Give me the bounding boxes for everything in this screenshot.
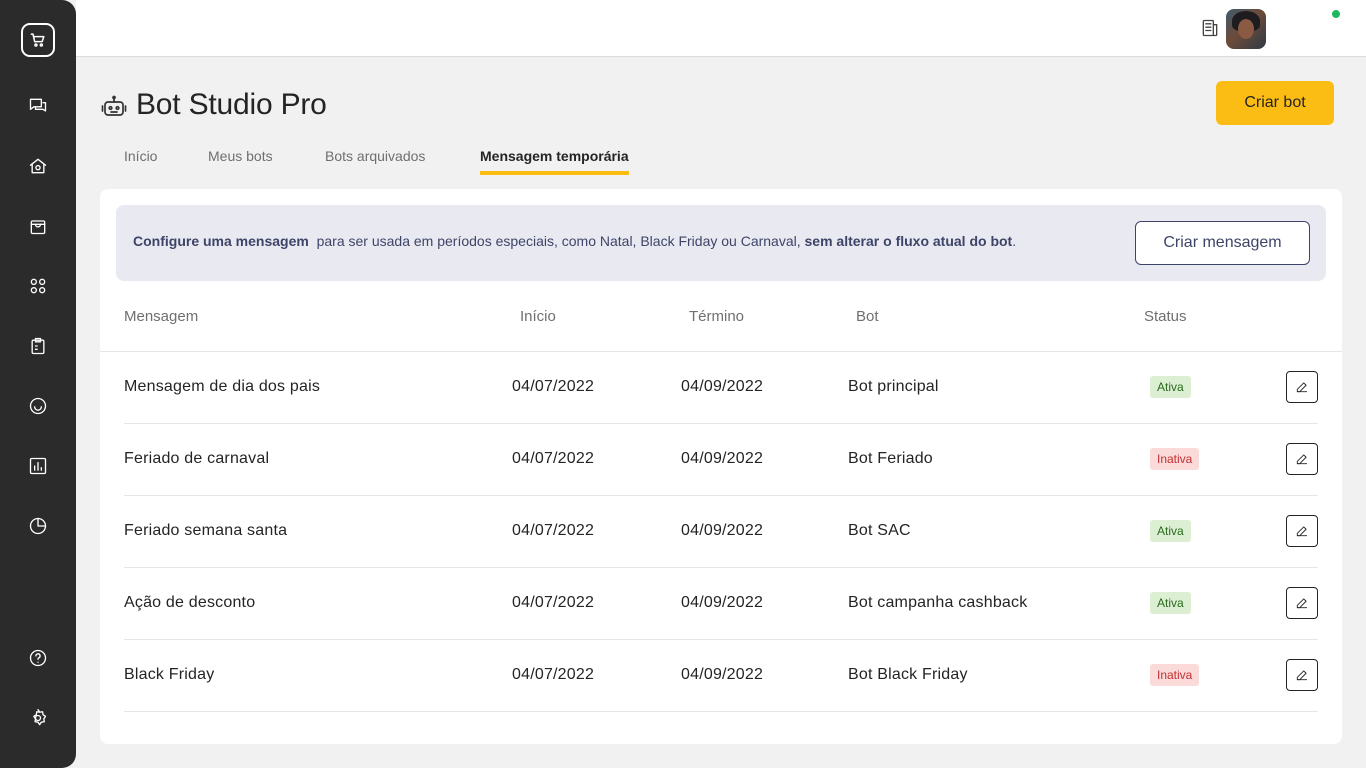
status-badge: Ativa: [1150, 376, 1191, 398]
news-icon[interactable]: [1199, 17, 1221, 39]
start-date: 04/07/2022: [512, 594, 595, 611]
start-date: 04/07/2022: [512, 450, 595, 467]
edit-button[interactable]: [1286, 587, 1318, 619]
banner-end: .: [1012, 233, 1017, 249]
online-status-indicator: [1330, 8, 1342, 20]
status-badge: Inativa: [1150, 448, 1200, 470]
end-date: 04/09/2022: [681, 450, 764, 467]
table-row: Mensagem de dia dos pais 04/07/2022 04/09/…: [124, 352, 1318, 424]
message-name: Black Friday: [124, 666, 215, 683]
edit-button[interactable]: [1286, 515, 1318, 547]
banner-middle: para ser usada em períodos especiais, co…: [316, 233, 801, 249]
info-banner: Configure uma mensagem para ser usada em…: [116, 205, 1326, 281]
message-name: Feriado semana santa: [124, 522, 288, 539]
sidebar: [0, 0, 76, 768]
pencil-icon: [1295, 452, 1309, 466]
avatar[interactable]: [1226, 9, 1266, 49]
gear-icon[interactable]: [26, 706, 50, 730]
topbar: [76, 0, 1366, 57]
shopping-bag-icon[interactable]: [26, 214, 50, 238]
column-header-status[interactable]: Status: [1144, 308, 1187, 325]
banner-bold-start: Configure uma mensagem: [133, 233, 309, 249]
message-name: Mensagem de dia dos pais: [124, 378, 321, 395]
pencil-icon: [1295, 380, 1309, 394]
messages-card: Configure uma mensagem para ser usada em…: [100, 189, 1342, 744]
table-row: Black Friday 04/07/2022 04/09/2022 Bot Blac…: [124, 640, 1318, 712]
edit-button[interactable]: [1286, 659, 1318, 691]
column-header-termino[interactable]: Término: [689, 308, 744, 325]
create-message-button[interactable]: Criar mensagem: [1135, 221, 1310, 265]
tab-inicio[interactable]: Início: [124, 148, 157, 171]
banner-bold-end: sem alterar o fluxo atual do bot: [804, 233, 1013, 249]
end-date: 04/09/2022: [681, 666, 764, 683]
bot-name: Bot SAC: [848, 522, 911, 539]
start-date: 04/07/2022: [512, 666, 595, 683]
end-date: 04/09/2022: [681, 594, 764, 611]
chat-icon[interactable]: [26, 94, 50, 118]
smile-icon[interactable]: [26, 394, 50, 418]
column-header-mensagem[interactable]: Mensagem: [124, 308, 198, 325]
banner-text: Configure uma mensagem para ser usada em…: [133, 233, 1016, 249]
message-name: Ação de desconto: [124, 594, 256, 611]
edit-button[interactable]: [1286, 443, 1318, 475]
start-date: 04/07/2022: [512, 522, 595, 539]
bot-name: Bot campanha cashback: [848, 594, 1028, 611]
bot-icon: [101, 94, 127, 120]
status-badge: Inativa: [1150, 664, 1200, 686]
shopping-cart-chat-icon[interactable]: [21, 23, 55, 57]
table-row: Feriado de carnaval 04/07/2022 04/09/2022 B…: [124, 424, 1318, 496]
pencil-icon: [1295, 668, 1309, 682]
create-bot-button[interactable]: Criar bot: [1216, 81, 1334, 125]
pencil-icon: [1295, 596, 1309, 610]
edit-button[interactable]: [1286, 371, 1318, 403]
end-date: 04/09/2022: [681, 378, 764, 395]
message-name: Feriado de carnaval: [124, 450, 270, 467]
bot-name: Bot principal: [848, 378, 939, 395]
end-date: 04/09/2022: [681, 522, 764, 539]
store-icon[interactable]: [26, 154, 50, 178]
tab-mensagem-temporaria[interactable]: Mensagem temporária: [480, 148, 629, 175]
apps-grid-icon[interactable]: [26, 274, 50, 298]
pie-chart-icon[interactable]: [26, 514, 50, 538]
pencil-icon: [1295, 524, 1309, 538]
table-row: Ação de desconto 04/07/2022 04/09/2022 Bot …: [124, 568, 1318, 640]
bar-chart-icon[interactable]: [26, 454, 50, 478]
bot-name: Bot Black Friday: [848, 666, 968, 683]
bot-name: Bot Feriado: [848, 450, 933, 467]
column-header-inicio[interactable]: Início: [520, 308, 556, 325]
status-badge: Ativa: [1150, 520, 1191, 542]
table-row: Feriado semana santa 04/07/2022 04/09/2022…: [124, 496, 1318, 568]
help-icon[interactable]: [26, 646, 50, 670]
page-title: Bot Studio Pro: [136, 88, 327, 121]
clipboard-icon[interactable]: [26, 334, 50, 358]
status-badge: Ativa: [1150, 592, 1191, 614]
tab-meus-bots[interactable]: Meus bots: [208, 148, 273, 171]
column-header-bot[interactable]: Bot: [856, 308, 879, 325]
start-date: 04/07/2022: [512, 378, 595, 395]
tab-bots-arquivados[interactable]: Bots arquivados: [325, 148, 425, 171]
